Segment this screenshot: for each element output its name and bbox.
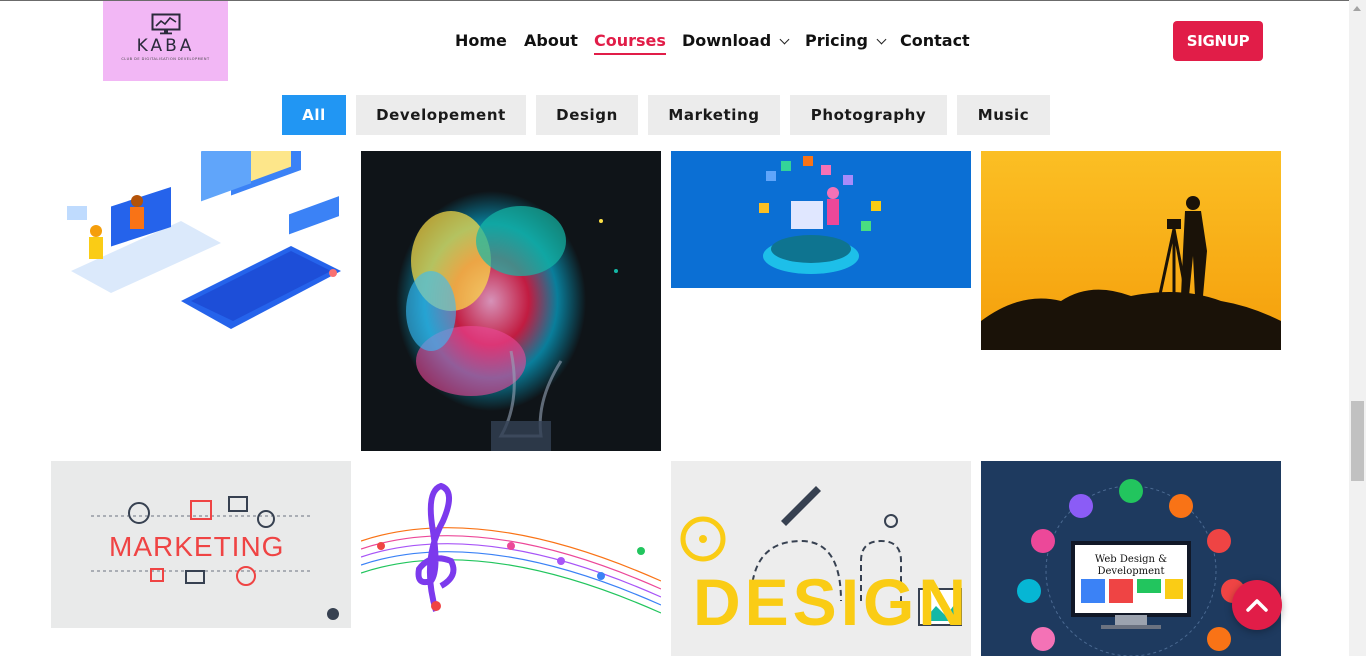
nav-download-label: Download: [682, 31, 772, 50]
logo-tagline: CLUB DE DIGITALISATION DEVELOPMENT: [121, 57, 210, 61]
gallery-tile-web-design[interactable]: Web Design & Development: [981, 461, 1281, 656]
web-design-line2: Development: [1097, 566, 1165, 577]
scroll-up-arrow-icon[interactable]: [1353, 6, 1361, 11]
development-illustration: [67, 151, 341, 329]
scrollbar-thumb[interactable]: [1351, 401, 1364, 481]
filter-design[interactable]: Design: [536, 95, 638, 135]
signup-button[interactable]: SIGNUP: [1173, 21, 1263, 61]
chevron-up-icon: [1246, 599, 1268, 612]
gallery-tile-photography[interactable]: [981, 151, 1281, 350]
filter-all[interactable]: All: [282, 95, 346, 135]
filter-marketing[interactable]: Marketing: [648, 95, 780, 135]
back-to-top-button[interactable]: [1232, 580, 1282, 630]
nav-courses[interactable]: Courses: [594, 30, 666, 55]
gallery-tile-marketing[interactable]: MARKETING: [51, 461, 351, 628]
gallery-tile-design[interactable]: DESIGN: [671, 461, 971, 656]
music-notes-image: [361, 482, 661, 614]
nav-pricing-label: Pricing: [805, 31, 868, 50]
nav-home[interactable]: Home: [455, 30, 507, 52]
marketing-text: MARKETING: [109, 531, 285, 562]
filter-photography[interactable]: Photography: [790, 95, 947, 135]
filter-developement[interactable]: Developement: [356, 95, 526, 135]
nav-about[interactable]: About: [524, 30, 578, 52]
web-developer-image: [759, 156, 881, 274]
gallery-tile-development[interactable]: [51, 151, 351, 337]
chevron-down-icon: [876, 34, 887, 45]
photographer-silhouette-image: [981, 196, 1281, 350]
site-logo[interactable]: KABA CLUB DE DIGITALISATION DEVELOPMENT: [103, 1, 228, 81]
page-scrollbar[interactable]: [1349, 0, 1366, 656]
web-design-line1: Web Design &: [1094, 554, 1168, 565]
nav-contact[interactable]: Contact: [900, 30, 970, 52]
web-design-title: Web Design & Development: [1086, 554, 1176, 578]
filter-music[interactable]: Music: [957, 95, 1050, 135]
gallery-tile-web-developer[interactable]: [671, 151, 971, 288]
nav-download[interactable]: Download: [682, 30, 790, 52]
creative-lightbulb-image: [396, 191, 618, 451]
logo-brand: KABA: [136, 36, 195, 56]
monitor-chart-icon: [151, 13, 180, 35]
gallery-tile-creative[interactable]: [361, 151, 661, 451]
chevron-down-icon: [779, 34, 790, 45]
design-text: DESIGN: [693, 565, 971, 639]
gallery-tile-music[interactable]: [361, 461, 661, 628]
nav-pricing[interactable]: Pricing: [805, 30, 887, 52]
